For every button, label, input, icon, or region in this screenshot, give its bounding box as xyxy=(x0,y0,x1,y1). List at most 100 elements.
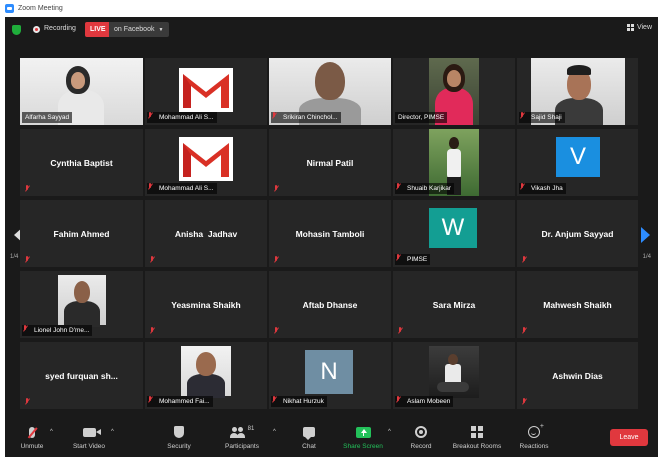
participant-name-label: Alfarha Sayyad xyxy=(22,112,73,123)
muted-mic-icon xyxy=(521,256,527,263)
participant-name: syed furquan sh... xyxy=(45,370,118,381)
muted-mic-icon xyxy=(522,114,528,121)
security-label: Security xyxy=(167,443,191,450)
participant-name-label: Srikiran Chinchol... xyxy=(271,112,341,123)
muted-mic-icon xyxy=(398,185,404,192)
zoom-logo-icon xyxy=(5,3,14,13)
next-page-button[interactable] xyxy=(638,223,652,247)
participant-name-label: Shuaib Karjikar xyxy=(395,183,455,194)
reactions-button[interactable]: + Reactions xyxy=(516,423,552,450)
muted-mic-icon xyxy=(397,327,403,334)
page-indicator-right: 1/4 xyxy=(642,254,651,260)
participant-tile[interactable]: Fahim Ahmed xyxy=(20,200,143,267)
participant-video xyxy=(429,346,479,398)
unmute-button[interactable]: Unmute xyxy=(17,424,47,450)
participant-tile[interactable]: Aftab Dhanse xyxy=(269,271,391,338)
participants-icon xyxy=(229,426,246,438)
live-badge: LIVE xyxy=(85,22,111,37)
muted-mic-icon xyxy=(398,256,404,263)
participant-tile[interactable]: Srikiran Chinchol... xyxy=(269,58,391,125)
start-video-button[interactable]: Start Video xyxy=(69,424,109,450)
record-button[interactable]: Record xyxy=(406,424,436,450)
participant-tile[interactable]: syed furquan sh... xyxy=(20,342,143,409)
share-screen-button[interactable]: Share Screen xyxy=(340,424,386,450)
microphone-muted-icon xyxy=(27,426,38,438)
participant-tile[interactable]: Yeasmina Shaikh xyxy=(145,271,267,338)
participant-tile[interactable]: Anisha Jadhav xyxy=(145,200,267,267)
participant-tile[interactable]: Lionel John D'me... xyxy=(20,271,143,338)
participant-tile[interactable]: W PIMSE xyxy=(393,200,515,267)
live-destination-dropdown[interactable]: on Facebook ▼ xyxy=(109,22,170,37)
video-options-chevron-icon[interactable]: ^ xyxy=(111,429,114,435)
muted-mic-icon xyxy=(24,185,30,192)
breakout-rooms-button[interactable]: Breakout Rooms xyxy=(449,424,505,450)
live-destination-label: on Facebook xyxy=(114,26,155,33)
muted-mic-icon xyxy=(149,256,155,263)
chevron-right-icon xyxy=(640,227,650,243)
meeting-window: Recording LIVE on Facebook ▼ View 1/4 1/4… xyxy=(5,17,658,457)
participant-tile[interactable]: Alfarha Sayyad xyxy=(20,58,143,125)
meeting-toolbar: Unmute ^ Start Video ^ Security 81 Parti… xyxy=(5,420,658,457)
participant-name: Nirmal Patil xyxy=(306,157,354,168)
participant-tile[interactable]: V Vikash Jha xyxy=(517,129,638,196)
participant-name-label: Aslam Mobeen xyxy=(395,396,454,407)
participant-name: Fahim Ahmed xyxy=(53,228,110,239)
participant-tile[interactable]: Director, PIMSE xyxy=(393,58,515,125)
muted-mic-icon xyxy=(521,327,527,334)
participant-name: Aftab Dhanse xyxy=(302,299,358,310)
gmail-logo-icon xyxy=(179,68,233,112)
muted-mic-icon xyxy=(25,327,31,334)
participants-button[interactable]: 81 Participants xyxy=(220,424,264,450)
muted-mic-icon xyxy=(149,327,155,334)
chat-icon xyxy=(303,427,315,440)
participants-options-chevron-icon[interactable]: ^ xyxy=(273,429,276,435)
share-screen-icon xyxy=(355,426,371,438)
participant-name-label: Vikash Jha xyxy=(519,183,566,194)
participants-label: Participants xyxy=(225,443,259,450)
participant-tile[interactable]: Nirmal Patil xyxy=(269,129,391,196)
participant-name: Dr. Anjum Sayyad xyxy=(541,228,614,239)
muted-mic-icon xyxy=(273,256,279,263)
participant-tile[interactable]: Mohasin Tamboli xyxy=(269,200,391,267)
record-label: Record xyxy=(410,443,432,450)
participant-tile[interactable]: Shuaib Karjikar xyxy=(393,129,515,196)
chat-button[interactable]: Chat xyxy=(297,424,321,450)
participant-tile[interactable]: Ashwin Dias xyxy=(517,342,638,409)
participant-name-label: Mohammed Fai... xyxy=(147,396,213,407)
participant-tile[interactable]: Mohammad Ali S... xyxy=(145,129,267,196)
view-button[interactable]: View xyxy=(626,24,652,31)
participant-name-label: Sajid Shaji xyxy=(519,112,565,123)
muted-mic-icon xyxy=(274,398,280,405)
audio-options-chevron-icon[interactable]: ^ xyxy=(50,429,53,435)
smiley-reaction-icon: + xyxy=(528,423,544,438)
muted-mic-icon xyxy=(521,398,527,405)
muted-mic-icon xyxy=(274,114,280,121)
participant-tile[interactable]: Sara Mirza xyxy=(393,271,515,338)
reactions-label: Reactions xyxy=(519,443,549,450)
encryption-shield-icon[interactable] xyxy=(12,25,21,35)
security-button[interactable]: Security xyxy=(161,424,197,450)
participant-tile[interactable]: Mohammed Fai... xyxy=(145,342,267,409)
leave-button[interactable]: Leave xyxy=(610,429,648,446)
window-titlebar: Zoom Meeting xyxy=(0,0,663,16)
participant-tile[interactable]: N Nikhat Hurzuk xyxy=(269,342,391,409)
share-options-chevron-icon[interactable]: ^ xyxy=(388,429,391,435)
recording-icon xyxy=(33,26,40,33)
participant-tile[interactable]: Mohammad Ali S... xyxy=(145,58,267,125)
participant-tile[interactable]: Sajid Shaji xyxy=(517,58,638,125)
participant-tile[interactable]: Aslam Mobeen xyxy=(393,342,515,409)
participant-name-label: Mohammad Ali S... xyxy=(147,183,217,194)
chevron-down-icon: ▼ xyxy=(158,27,164,33)
participant-avatar: W xyxy=(429,208,477,248)
meeting-topbar: Recording LIVE on Facebook ▼ View xyxy=(5,17,658,43)
participant-name: Cynthia Baptist xyxy=(50,157,113,168)
share-screen-label: Share Screen xyxy=(343,443,383,450)
muted-mic-icon xyxy=(24,398,30,405)
participant-tile[interactable]: Dr. Anjum Sayyad xyxy=(517,200,638,267)
participant-tile[interactable]: Mahwesh Shaikh xyxy=(517,271,638,338)
recording-label[interactable]: Recording xyxy=(44,25,76,32)
participant-tile[interactable]: Cynthia Baptist xyxy=(20,129,143,196)
muted-mic-icon xyxy=(398,398,404,405)
window-title: Zoom Meeting xyxy=(18,4,63,12)
page-indicator-left: 1/4 xyxy=(10,254,19,260)
